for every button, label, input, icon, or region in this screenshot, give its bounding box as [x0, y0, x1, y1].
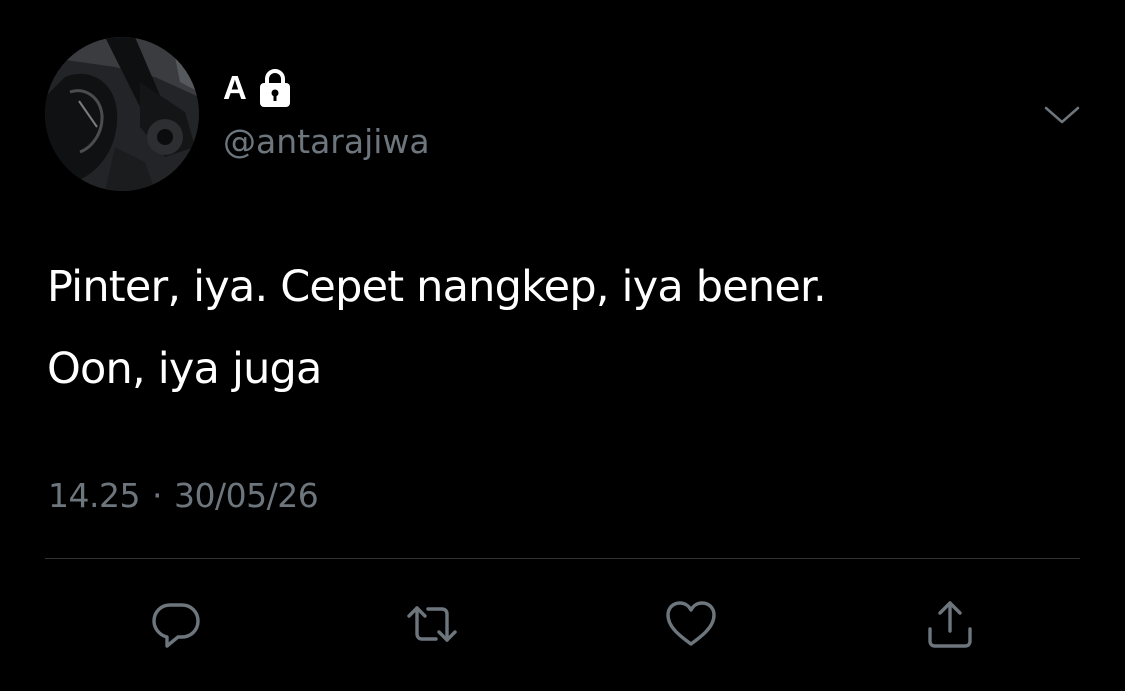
avatar[interactable]: [45, 37, 199, 191]
share-button[interactable]: [920, 594, 980, 654]
author-name-row: A: [223, 66, 295, 110]
like-button[interactable]: [661, 594, 721, 654]
share-icon: [928, 601, 972, 648]
lock-icon: [259, 69, 290, 107]
heart-icon: [666, 601, 716, 646]
chevron-down-icon: [1044, 106, 1080, 124]
tweet-text-line: Oon, iya juga: [47, 344, 322, 394]
timestamp-separator: ·: [151, 476, 163, 515]
display-name[interactable]: A: [223, 66, 247, 110]
tweet-time: 14.25: [48, 476, 140, 515]
reply-button[interactable]: [146, 594, 206, 654]
retweet-icon: [407, 606, 457, 642]
reply-icon: [152, 603, 200, 648]
tweet-text-line: Pinter, iya. Cepet nangkep, iya bener.: [47, 262, 827, 312]
tweet-text: Pinter, iya. Cepet nangkep, iya bener. O…: [47, 246, 1087, 410]
divider: [45, 558, 1080, 559]
avatar-photo: [45, 37, 199, 191]
more-options-button[interactable]: [1038, 92, 1086, 140]
retweet-button[interactable]: [402, 594, 462, 654]
author-handle[interactable]: @antarajiwa: [223, 118, 430, 166]
tweet-date: 30/05/26: [173, 476, 319, 515]
tweet-timestamp[interactable]: 14.25 · 30/05/26: [48, 472, 319, 520]
